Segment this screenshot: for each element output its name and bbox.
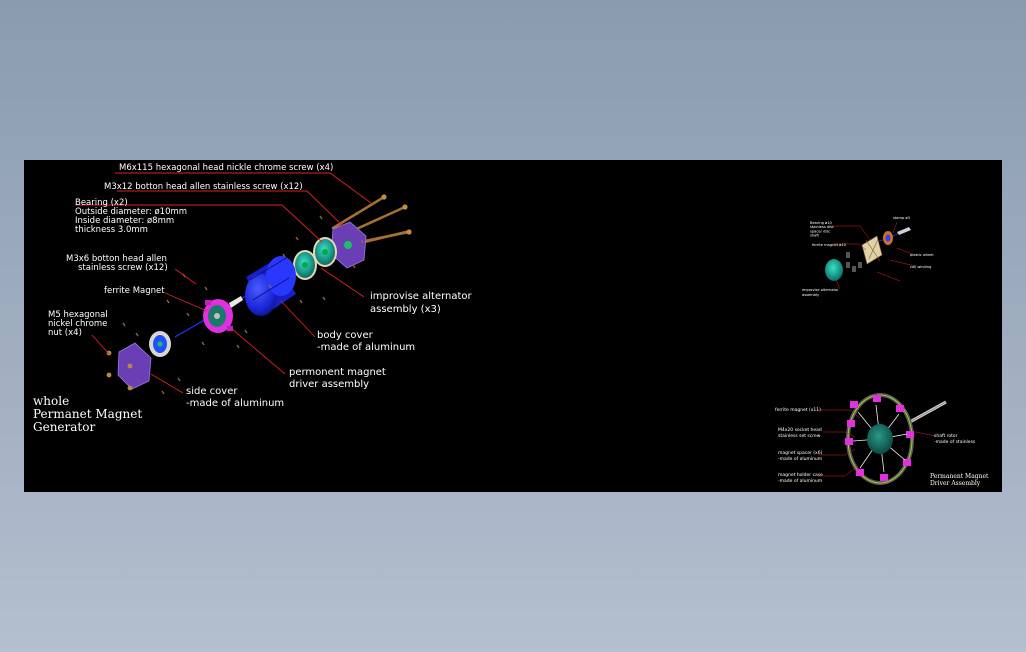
drv-label-holder-line2: -made of aluminum bbox=[778, 478, 822, 484]
alt-label-g: assembly bbox=[802, 293, 820, 297]
label-m6-screw: M6x115 hexagonal head nickle chrome scre… bbox=[119, 163, 333, 173]
drv-label-shaft-line2: -made of stainless bbox=[934, 439, 976, 445]
label-side-line1: side cover bbox=[186, 386, 238, 397]
label-m5-line3: nut (x4) bbox=[48, 328, 82, 338]
label-body-line1: body cover bbox=[317, 330, 374, 341]
alternator-assembly bbox=[293, 250, 317, 280]
drv-label-spacer-line1: magnet spacer (x6) bbox=[778, 450, 823, 456]
alt-label-d: plastic wheel bbox=[910, 253, 934, 257]
drv-label-shaft-line1: shaft rotor bbox=[934, 433, 958, 439]
drv-title-line2: Driver Assembly bbox=[930, 480, 981, 487]
label-m3x6-line2: stainless screw (x12) bbox=[78, 263, 168, 273]
label-body-line2: -made of aluminum bbox=[317, 342, 415, 353]
label-side-line2: -made of aluminum bbox=[186, 398, 284, 409]
label-ferrite-magnet: ferrite Magnet bbox=[104, 286, 165, 296]
title-line3: Generator bbox=[33, 420, 95, 434]
alt-label-c: ferrite magnet ø10 bbox=[812, 243, 847, 247]
alt-label-e: coil winding bbox=[910, 265, 931, 269]
front-side-cover bbox=[149, 331, 171, 357]
drv-label-ferrite: ferrite magnet (x11) bbox=[775, 407, 821, 413]
label-pm-driver-line1: permonent magnet bbox=[289, 367, 386, 378]
alt-label-f: improvise alternator bbox=[802, 288, 839, 292]
label-improvise-line1: improvise alternator bbox=[370, 291, 473, 302]
drv-label-m4-line2: stainless set screw bbox=[778, 433, 821, 439]
drv-title-line1: Permanent Magnet bbox=[930, 473, 989, 480]
cad-viewport: M6x115 hexagonal head nickle chrome scre… bbox=[24, 160, 1002, 492]
title-line1: whole bbox=[33, 394, 69, 408]
pm-driver-assembly bbox=[203, 299, 233, 333]
label-bearing-thk: thickness 3.0mm bbox=[75, 225, 148, 235]
label-m3x12-screw: M3x12 botton head allen stainless screw … bbox=[104, 182, 303, 192]
drv-label-spacer-line2: -made of aluminum bbox=[778, 456, 822, 462]
alt-label-b: stamp ø3 bbox=[893, 216, 910, 220]
drv-label-m4-line1: M4x20 socket head bbox=[778, 427, 822, 433]
label-pm-driver-line2: driver assembly bbox=[289, 379, 369, 390]
label-improvise-line2: assembly (x3) bbox=[370, 304, 441, 315]
title-line2: Permanet Magnet bbox=[33, 407, 142, 421]
drv-label-holder-line1: magnet holder case bbox=[778, 472, 823, 478]
